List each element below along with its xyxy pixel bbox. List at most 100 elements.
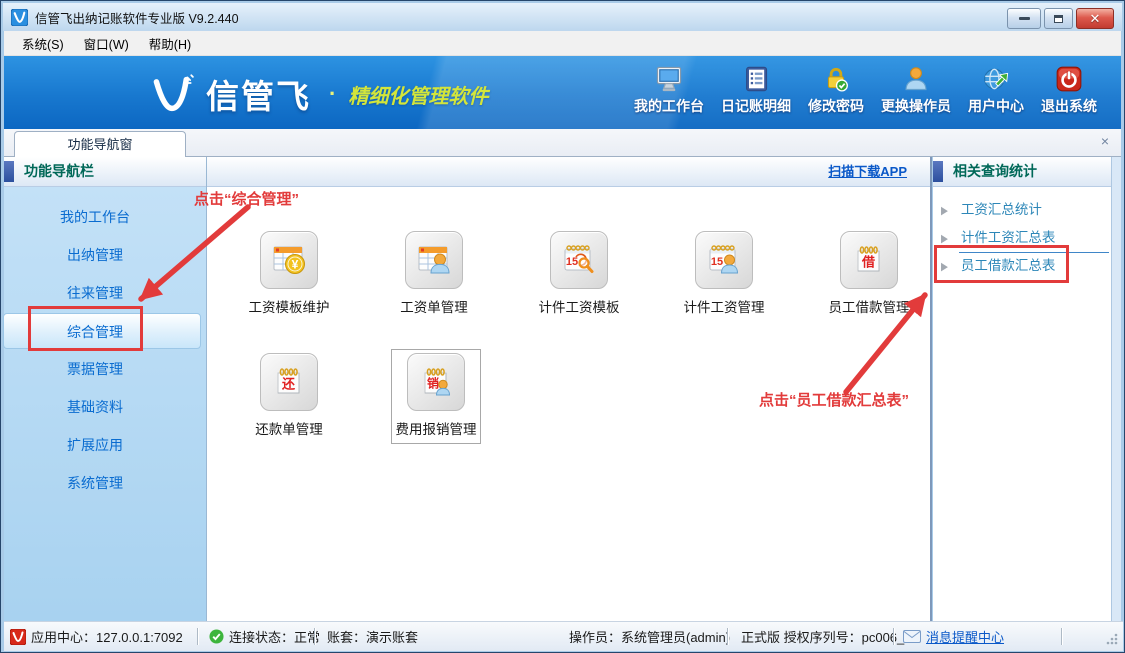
sidebar-item-extensions[interactable]: 扩展应用 — [1, 426, 203, 464]
status-separator — [1061, 628, 1062, 645]
svg-text:15: 15 — [711, 256, 723, 268]
nav-panel-header-bar: 功能导航栏 — [4, 157, 206, 187]
scan-download-app-link[interactable]: 扫描下载APP — [828, 157, 907, 186]
title-bar: 信管飞出纳记账软件专业版 V9.2.440 ✕ — [3, 3, 1122, 31]
password-lock-icon — [821, 65, 851, 93]
toolbar-exit-system[interactable]: 退出系统 — [1041, 65, 1097, 116]
banner: 信管飞 · 精细化管理软件 我的工作台 — [4, 56, 1121, 129]
tab-close-icon[interactable]: × — [1101, 133, 1109, 149]
status-connection: 连接状态：正常 — [209, 622, 320, 651]
close-icon: ✕ — [1090, 12, 1101, 25]
maximize-icon — [1054, 15, 1063, 23]
related-item-label: 工资汇总统计 — [961, 198, 1042, 222]
module-label: 费用报销管理 — [392, 418, 480, 438]
annotation-click-loan-summary: 点击“员工借款汇总表” — [759, 389, 909, 410]
app-window: 信管飞出纳记账软件专业版 V9.2.440 ✕ 系统(S) 窗口(W) 帮助(H… — [0, 0, 1125, 653]
app-center-logo-icon — [10, 629, 26, 645]
piecework-manage-icon: 15 — [704, 240, 744, 280]
menu-bar: 系统(S) 窗口(W) 帮助(H) — [4, 31, 1121, 56]
related-item-salary-summary[interactable]: ▶ 工资汇总统计 — [941, 198, 1042, 222]
panel-divider — [206, 157, 207, 621]
menu-window[interactable]: 窗口(W) — [74, 31, 139, 56]
module-employee-loan[interactable]: 借 员工借款管理 — [811, 231, 927, 316]
module-salary-template[interactable]: ¥ 工资模板维护 — [231, 231, 347, 316]
expense-note-icon: 销 — [416, 362, 456, 402]
app-logo-icon — [11, 9, 28, 26]
minimize-icon — [1019, 17, 1030, 20]
toolbar-label: 我的工作台 — [634, 96, 704, 116]
svg-text:借: 借 — [861, 255, 875, 270]
user-center-globe-icon — [981, 65, 1011, 93]
account-set-text: 账套：演示账套 — [327, 627, 418, 646]
svg-text:¥: ¥ — [292, 258, 299, 272]
menu-help[interactable]: 帮助(H) — [139, 31, 201, 56]
toolbar-switch-operator[interactable]: 更换操作员 — [881, 65, 951, 116]
vertical-scrollbar[interactable] — [1111, 157, 1121, 621]
toolbar-label: 退出系统 — [1041, 96, 1097, 116]
message-center-link[interactable]: 消息提醒中心 — [926, 627, 1004, 646]
switch-operator-icon — [901, 65, 931, 93]
close-button[interactable]: ✕ — [1076, 8, 1114, 29]
svg-text:15: 15 — [566, 256, 578, 268]
status-bar: 应用中心：127.0.0.1:7092 连接状态：正常 账套：演示账套 操作员：… — [4, 621, 1123, 651]
module-label: 计件工资管理 — [666, 296, 782, 316]
workbench-monitor-icon — [654, 65, 684, 93]
nav-panel-title: 功能导航栏 — [24, 157, 94, 186]
repayment-note-icon: 还 — [269, 362, 309, 402]
status-message-center[interactable]: 消息提醒中心 — [903, 622, 1004, 651]
related-panel-title: 相关查询统计 — [953, 157, 1037, 186]
piecework-template-icon: 15 — [559, 240, 599, 280]
main-header-bar: 扫描下载APP — [206, 157, 931, 187]
module-salary-sheet[interactable]: 工资单管理 — [376, 231, 492, 316]
toolbar-user-center[interactable]: 用户中心 — [968, 65, 1024, 116]
svg-text:还: 还 — [281, 377, 296, 392]
sidebar-item-bills[interactable]: 票据管理 — [1, 350, 203, 388]
module-piecework-manage[interactable]: 15 计件工资管理 — [666, 231, 782, 316]
module-piecework-template[interactable]: 15 计件工资模板 — [521, 231, 637, 316]
menu-system[interactable]: 系统(S) — [12, 31, 74, 56]
annotation-box-loan-summary — [934, 245, 1069, 283]
related-panel-header-bar: 相关查询统计 — [933, 157, 1113, 187]
module-repayment[interactable]: 还 还款单管理 — [231, 353, 347, 438]
panel-divider — [930, 157, 932, 621]
window-title: 信管飞出纳记账软件专业版 V9.2.440 — [35, 8, 239, 27]
module-expense-reimburse[interactable]: 销 费用报销管理 — [392, 350, 480, 443]
header-accent — [4, 161, 14, 182]
brand-separator: · — [329, 81, 336, 107]
brand-logo-icon — [150, 73, 196, 115]
toolbar-label: 日记账明细 — [721, 96, 791, 116]
salary-sheet-icon — [414, 240, 454, 280]
maximize-button[interactable] — [1044, 8, 1073, 29]
status-separator — [727, 628, 728, 645]
status-separator — [893, 628, 894, 645]
sidebar-item-basic-data[interactable]: 基础资料 — [1, 388, 203, 426]
sidebar-item-my-workbench[interactable]: 我的工作台 — [1, 198, 203, 236]
module-label: 计件工资模板 — [521, 296, 637, 316]
toolbar-change-password[interactable]: 修改密码 — [808, 65, 864, 116]
tab-strip: 功能导航窗 × — [4, 129, 1121, 157]
sidebar-item-system[interactable]: 系统管理 — [1, 464, 203, 502]
module-label: 工资单管理 — [376, 296, 492, 316]
status-license: 正式版 授权序列号：pc006_fr — [741, 622, 912, 651]
brand: 信管飞 · 精细化管理软件 — [150, 70, 488, 118]
exit-power-icon — [1054, 65, 1084, 93]
resize-grip[interactable] — [1106, 633, 1118, 645]
brand-slogan: 精细化管理软件 — [348, 80, 488, 109]
status-operator: 操作员：系统管理员(admin) — [569, 622, 730, 651]
toolbar-my-workbench[interactable]: 我的工作台 — [634, 65, 704, 116]
salary-template-icon: ¥ — [269, 240, 309, 280]
banner-toolbar: 我的工作台 日记账明细 修改密码 — [634, 65, 1097, 116]
envelope-icon — [903, 630, 921, 643]
module-label: 工资模板维护 — [231, 296, 347, 316]
annotation-click-comprehensive: 点击“综合管理” — [194, 188, 299, 209]
header-accent — [933, 161, 943, 182]
tab-function-navigation[interactable]: 功能导航窗 — [14, 131, 186, 158]
svg-text:销: 销 — [427, 376, 439, 391]
connection-text: 连接状态：正常 — [229, 627, 320, 646]
status-account-set: 账套：演示账套 — [327, 622, 418, 651]
sidebar-item-cashier[interactable]: 出纳管理 — [1, 236, 203, 274]
toolbar-journal-detail[interactable]: 日记账明细 — [721, 65, 791, 116]
minimize-button[interactable] — [1007, 8, 1041, 29]
journal-list-icon — [741, 65, 771, 93]
license-text: 正式版 授权序列号：pc006_fr — [741, 627, 912, 646]
